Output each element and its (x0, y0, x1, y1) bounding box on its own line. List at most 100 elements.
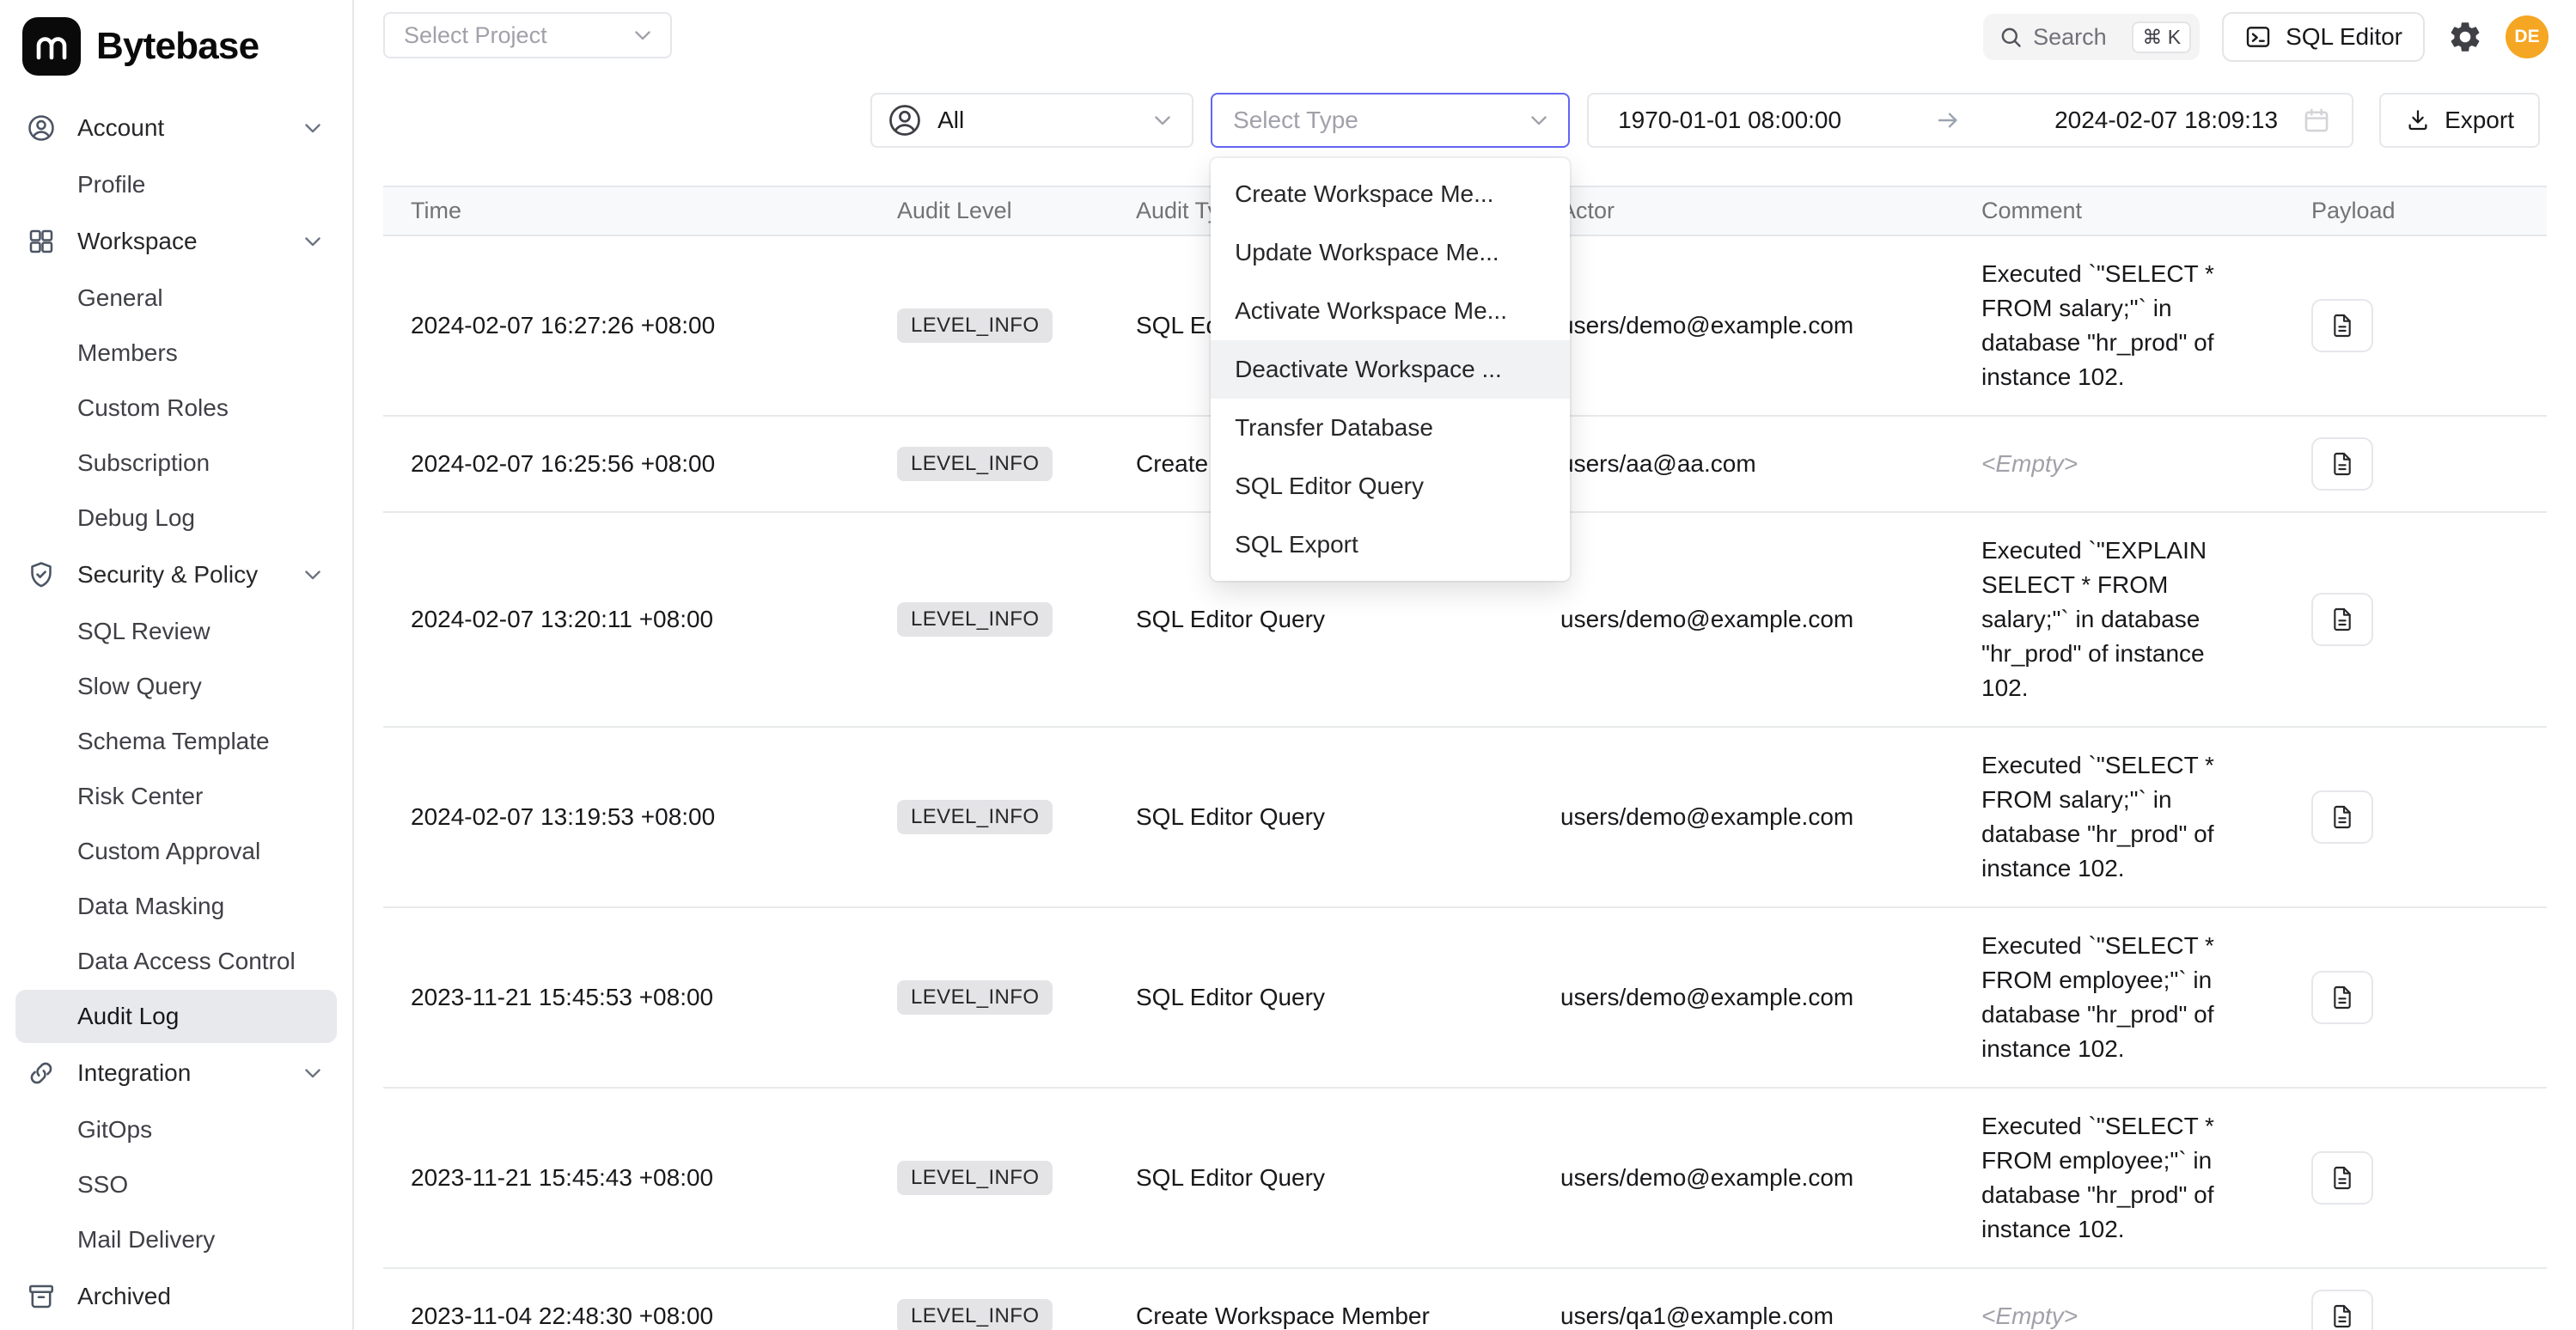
sidebar-item-custom-roles[interactable]: Custom Roles (15, 381, 337, 435)
payload-button[interactable] (2311, 1290, 2373, 1330)
sidebar-item-gitops[interactable]: GitOps (15, 1103, 337, 1156)
cell-actor: users/demo@example.com (1533, 512, 1954, 727)
sidebar-item-mail-delivery[interactable]: Mail Delivery (15, 1213, 337, 1266)
file-icon (2329, 1303, 2356, 1330)
cell-payload (2284, 1088, 2547, 1268)
brand-logo[interactable]: Bytebase (0, 0, 352, 86)
cell-time: 2024-02-07 16:27:26 +08:00 (383, 235, 870, 416)
type-option-create-workspace-me[interactable]: Create Workspace Me... (1211, 165, 1570, 223)
file-icon (2329, 450, 2356, 478)
app-window: Bytebase Account Profile Workspace Gener… (0, 0, 2576, 1330)
topbar-right: Search ⌘ K SQL Editor DE (1983, 12, 2549, 62)
search-placeholder: Search (2033, 24, 2107, 51)
sidebar-item-members[interactable]: Members (15, 326, 337, 380)
cell-audit-level: LEVEL_INFO (870, 416, 1108, 512)
sidebar: Bytebase Account Profile Workspace Gener… (0, 0, 354, 1330)
payload-button[interactable] (2311, 437, 2373, 491)
cell-audit-type: SQL Editor Query (1108, 727, 1533, 907)
file-icon (2329, 1164, 2356, 1192)
chevron-down-icon (631, 23, 655, 47)
sidebar-item-data-access-control[interactable]: Data Access Control (15, 935, 337, 988)
sidebar-item-subscription[interactable]: Subscription (15, 436, 337, 490)
audit-level-badge: LEVEL_INFO (897, 980, 1053, 1015)
cell-audit-level: LEVEL_INFO (870, 512, 1108, 727)
payload-button[interactable] (2311, 1151, 2373, 1205)
type-select[interactable]: Select Type (1211, 93, 1570, 148)
cell-actor: users/demo@example.com (1533, 907, 1954, 1088)
cell-payload (2284, 907, 2547, 1088)
type-option-update-workspace-me[interactable]: Update Workspace Me... (1211, 223, 1570, 282)
cell-comment: Executed `"SELECT * FROM salary;"` in da… (1954, 235, 2284, 416)
archive-icon (26, 1281, 57, 1312)
type-option-sql-export[interactable]: SQL Export (1211, 516, 1570, 574)
cell-comment: Executed `"SELECT * FROM employee;"` in … (1954, 1088, 2284, 1268)
file-icon (2329, 803, 2356, 831)
sidebar-item-schema-template[interactable]: Schema Template (15, 715, 337, 768)
type-option-sql-editor-query[interactable]: SQL Editor Query (1211, 457, 1570, 516)
workspace-grid-icon (26, 226, 57, 257)
export-button[interactable]: Export (2379, 93, 2540, 148)
chevron-down-icon (301, 229, 327, 254)
cell-time: 2023-11-21 15:45:53 +08:00 (383, 907, 870, 1088)
column-header-actor: Actor (1533, 186, 1954, 235)
shield-icon (26, 559, 57, 590)
chevron-down-icon (301, 115, 327, 141)
download-icon (2405, 107, 2431, 133)
sidebar-item-risk-center[interactable]: Risk Center (15, 770, 337, 823)
chevron-down-icon (301, 562, 327, 588)
sql-editor-button[interactable]: SQL Editor (2222, 12, 2425, 62)
sidebar-section-security-policy[interactable]: Security & Policy (0, 546, 352, 603)
payload-button[interactable] (2311, 971, 2373, 1024)
sidebar-section-account[interactable]: Account (0, 100, 352, 156)
cell-actor: users/aa@aa.com (1533, 416, 1954, 512)
column-header-audit-level: Audit Level (870, 186, 1108, 235)
end-datetime: 2024-02-07 18:09:13 (2054, 107, 2278, 134)
avatar[interactable]: DE (2506, 15, 2549, 58)
type-option-deactivate-workspace[interactable]: Deactivate Workspace ... (1211, 340, 1570, 399)
audit-level-badge: LEVEL_INFO (897, 602, 1053, 637)
cell-payload (2284, 416, 2547, 512)
sidebar-item-data-masking[interactable]: Data Masking (15, 880, 337, 933)
sidebar-item-custom-approval[interactable]: Custom Approval (15, 825, 337, 878)
column-header-comment: Comment (1954, 186, 2284, 235)
cell-audit-level: LEVEL_INFO (870, 727, 1108, 907)
file-icon (2329, 984, 2356, 1011)
payload-button[interactable] (2311, 790, 2373, 844)
type-dropdown-menu: Create Workspace Me... Update Workspace … (1211, 158, 1570, 581)
type-filter-wrap: Select Type Create Workspace Me... Updat… (1211, 93, 1570, 148)
actor-filter-select[interactable]: All (870, 93, 1193, 148)
audit-level-badge: LEVEL_INFO (897, 1299, 1053, 1330)
sidebar-item-audit-log[interactable]: Audit Log (15, 990, 337, 1043)
cell-actor: users/demo@example.com (1533, 1088, 1954, 1268)
sidebar-section-integration[interactable]: Integration (0, 1045, 352, 1101)
file-icon (2329, 606, 2356, 633)
cell-audit-level: LEVEL_INFO (870, 1088, 1108, 1268)
cell-time: 2023-11-04 22:48:30 +08:00 (383, 1268, 870, 1330)
sidebar-item-profile[interactable]: Profile (15, 158, 337, 211)
type-option-transfer-database[interactable]: Transfer Database (1211, 399, 1570, 457)
sidebar-nav: Account Profile Workspace General Member… (0, 86, 352, 1325)
sidebar-item-debug-log[interactable]: Debug Log (15, 491, 337, 545)
payload-button[interactable] (2311, 593, 2373, 646)
sidebar-item-slow-query[interactable]: Slow Query (15, 660, 337, 713)
cell-time: 2024-02-07 13:20:11 +08:00 (383, 512, 870, 727)
user-circle-icon (26, 113, 57, 143)
cell-actor: users/demo@example.com (1533, 235, 1954, 416)
sidebar-section-archived[interactable]: Archived (0, 1268, 352, 1325)
sidebar-item-sso[interactable]: SSO (15, 1158, 337, 1211)
sidebar-item-sql-review[interactable]: SQL Review (15, 605, 337, 658)
sidebar-item-general[interactable]: General (15, 271, 337, 325)
cell-comment: Executed `"EXPLAIN SELECT * FROM salary;… (1954, 512, 2284, 727)
table-row: 2024-02-07 13:19:53 +08:00 LEVEL_INFO SQ… (383, 727, 2547, 907)
cell-audit-type: SQL Editor Query (1108, 907, 1533, 1088)
type-option-activate-workspace-me[interactable]: Activate Workspace Me... (1211, 282, 1570, 340)
start-datetime: 1970-01-01 08:00:00 (1618, 107, 1841, 134)
gear-icon[interactable] (2447, 19, 2483, 55)
project-select[interactable]: Select Project (383, 12, 672, 58)
table-row: 2023-11-21 15:45:53 +08:00 LEVEL_INFO SQ… (383, 907, 2547, 1088)
chevron-down-icon (1151, 108, 1175, 132)
payload-button[interactable] (2311, 299, 2373, 352)
search-input[interactable]: Search ⌘ K (1983, 14, 2200, 60)
date-range-picker[interactable]: 1970-01-01 08:00:00 2024-02-07 18:09:13 (1587, 93, 2353, 148)
sidebar-section-workspace[interactable]: Workspace (0, 213, 352, 270)
